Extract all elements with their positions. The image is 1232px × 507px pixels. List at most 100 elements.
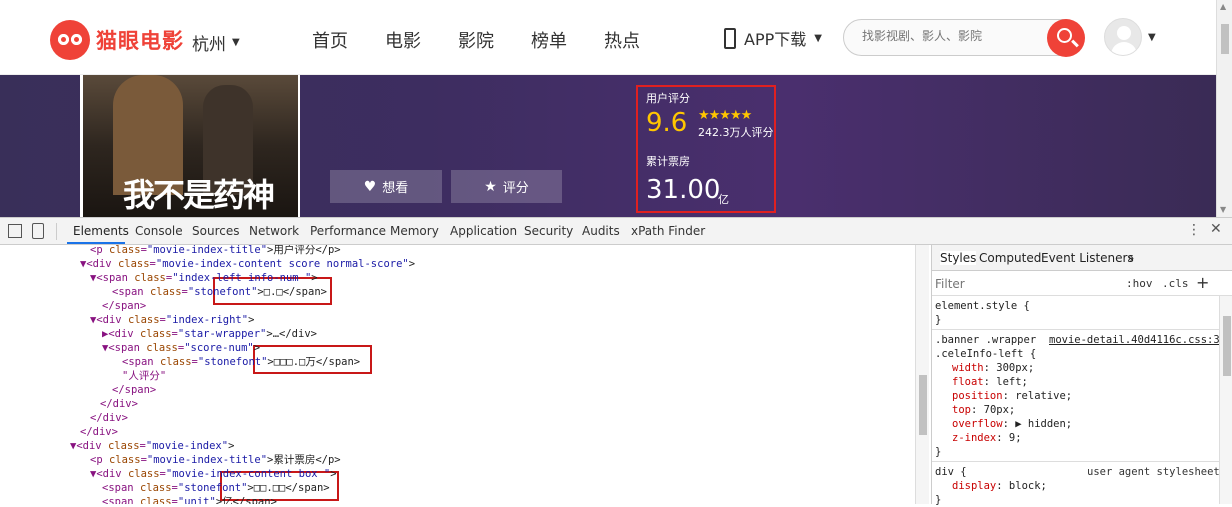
css-property-name: width: [952, 362, 984, 374]
star-rating-icon: ★★★★★: [698, 108, 752, 123]
tag-open: </div>: [100, 398, 138, 410]
box-office-label: 累计票房: [646, 155, 690, 168]
dom-node-line[interactable]: <p class="movie-index-title">累计票房</p>: [90, 453, 341, 467]
tag-open: "人评分": [122, 370, 167, 382]
stylesheet-link[interactable]: movie-detail.40d4116c.css:3: [1049, 333, 1220, 347]
rating-count: 242.3万人评分: [698, 126, 774, 139]
tab-event-listeners[interactable]: Event Listeners: [1041, 251, 1134, 265]
box-office-value: 31.00: [646, 175, 721, 205]
chevron-down-icon[interactable]: ▼: [1148, 32, 1156, 43]
nav-item-movies[interactable]: 电影: [385, 27, 421, 53]
dom-node-line[interactable]: ▼<span class="index-left info-num ">: [90, 271, 318, 285]
attr-value: "stonefont": [187, 286, 258, 298]
want-label: 想看: [382, 181, 409, 196]
elements-scrollbar[interactable]: [915, 245, 929, 504]
tab-performance[interactable]: Performance: [310, 224, 386, 238]
nav-item-home[interactable]: 首页: [312, 27, 348, 53]
dom-node-line[interactable]: </span>: [112, 383, 156, 397]
dom-node-line[interactable]: ▼<div class="movie-index-content box ">: [90, 467, 337, 481]
dom-node-line[interactable]: </div>: [100, 397, 138, 411]
tab-computed[interactable]: Computed: [979, 251, 1041, 265]
dom-node-line[interactable]: ▼<div class="movie-index">: [70, 439, 234, 453]
css-property[interactable]: width: 300px;: [952, 361, 1034, 375]
city-selector[interactable]: 杭州 ▼: [192, 30, 240, 55]
css-property[interactable]: z-index: 9;: [952, 431, 1022, 445]
search-input[interactable]: [862, 29, 1032, 43]
dom-node-line[interactable]: <span class="stonefont">□□.□□</span>: [102, 481, 330, 495]
nav-item-hot[interactable]: 热点: [604, 27, 640, 53]
rule-selector: .celeInfo-left {: [935, 348, 1037, 360]
filter-input[interactable]: [935, 277, 1085, 291]
tag-open: <span: [122, 356, 160, 368]
dom-node-line[interactable]: </div>: [80, 425, 118, 439]
tab-elements[interactable]: Elements: [73, 224, 129, 238]
dom-node-line[interactable]: </span>: [102, 299, 146, 313]
add-rule-icon[interactable]: +: [1196, 273, 1209, 292]
tag-close: >□□.□□</span>: [247, 482, 330, 494]
attr-value: "star-wrapper": [177, 328, 267, 340]
scroll-down-icon[interactable]: ▼: [1220, 205, 1226, 214]
rate-button[interactable]: ★ 评分: [451, 170, 562, 203]
tab-sources[interactable]: Sources: [192, 224, 239, 238]
scrollbar-thumb[interactable]: [1221, 24, 1229, 54]
dom-node-line[interactable]: <span class="stonefont">□□□.□万</span>: [122, 355, 360, 369]
attr-value: "movie-index-content score normal-score": [155, 258, 409, 270]
attr-value: "index-right": [165, 314, 249, 326]
dom-node-line[interactable]: ▼<div class="movie-index-content score n…: [80, 257, 415, 271]
css-property[interactable]: top: 70px;: [952, 403, 1015, 417]
attr-name: class: [127, 314, 160, 326]
hover-state-toggle[interactable]: :hov: [1126, 277, 1153, 290]
tab-audits[interactable]: Audits: [582, 224, 620, 238]
tag-close: >: [330, 468, 337, 480]
nav-item-rankings[interactable]: 榜单: [531, 27, 567, 53]
attr-name: class: [159, 356, 192, 368]
poster-title: 我不是药神: [123, 176, 275, 214]
site-header: 猫眼电影 杭州 ▼ 首页 电影 影院 榜单 热点 APP下载 ▼ ▼: [0, 0, 1216, 75]
dom-node-line[interactable]: "人评分": [122, 369, 166, 383]
cat-eye-logo-icon: [50, 20, 90, 60]
dom-node-line[interactable]: </div>: [90, 411, 128, 425]
nav-item-cinemas[interactable]: 影院: [458, 27, 494, 53]
attr-name: class: [139, 482, 172, 494]
dom-node-line[interactable]: ▼<div class="index-right">: [90, 313, 254, 327]
tab-styles[interactable]: Styles: [940, 251, 977, 265]
tag-open: ▼<span: [90, 272, 135, 284]
phone-icon: [724, 27, 736, 49]
search-button[interactable]: [1047, 19, 1085, 57]
css-property[interactable]: overflow: ▶ hidden;: [952, 417, 1072, 431]
scroll-up-icon[interactable]: ▲: [1220, 2, 1226, 11]
device-toolbar-icon[interactable]: [32, 223, 44, 239]
dom-node-line[interactable]: <span class="stonefont">□.□</span>: [112, 285, 327, 299]
tab-memory[interactable]: Memory: [390, 224, 439, 238]
more-tabs-icon[interactable]: »: [1127, 251, 1134, 265]
css-property[interactable]: position: relative;: [952, 389, 1072, 403]
dom-node-line[interactable]: ▶<div class="star-wrapper">…</div>: [102, 327, 317, 341]
search-icon: [1057, 28, 1072, 43]
inspect-element-icon[interactable]: [8, 224, 22, 238]
class-toggle[interactable]: .cls: [1162, 277, 1189, 290]
dom-node-line[interactable]: <p class="movie-index-title">用户评分</p>: [90, 245, 341, 257]
tab-application[interactable]: Application: [450, 224, 517, 238]
avatar[interactable]: [1104, 18, 1142, 56]
app-download[interactable]: APP下载 ▼: [724, 26, 822, 50]
site-logo[interactable]: 猫眼电影: [50, 20, 184, 60]
element-style-selector: element.style {: [935, 300, 1030, 312]
tab-security[interactable]: Security: [524, 224, 573, 238]
tab-xpath-finder[interactable]: xPath Finder: [631, 224, 705, 238]
css-property[interactable]: float: left;: [952, 375, 1028, 389]
styles-scrollbar[interactable]: [1219, 296, 1232, 504]
css-property[interactable]: display: block;: [952, 479, 1047, 493]
more-options-icon[interactable]: ⋮: [1187, 222, 1201, 238]
close-icon[interactable]: ✕: [1210, 221, 1222, 237]
tab-network[interactable]: Network: [249, 224, 299, 238]
user-icon: [1117, 26, 1131, 40]
want-to-watch-button[interactable]: ♥ 想看: [330, 170, 442, 203]
tag-open: <span: [112, 286, 150, 298]
movie-poster[interactable]: 我不是药神: [80, 75, 300, 217]
tag-open: <span: [102, 482, 140, 494]
tag-close: >: [228, 440, 235, 452]
dom-node-line[interactable]: ▼<span class="score-num">: [102, 341, 260, 355]
page-scrollbar[interactable]: ▲ ▼: [1216, 0, 1232, 217]
css-property-name: z-index: [952, 432, 997, 444]
tab-console[interactable]: Console: [135, 224, 183, 238]
